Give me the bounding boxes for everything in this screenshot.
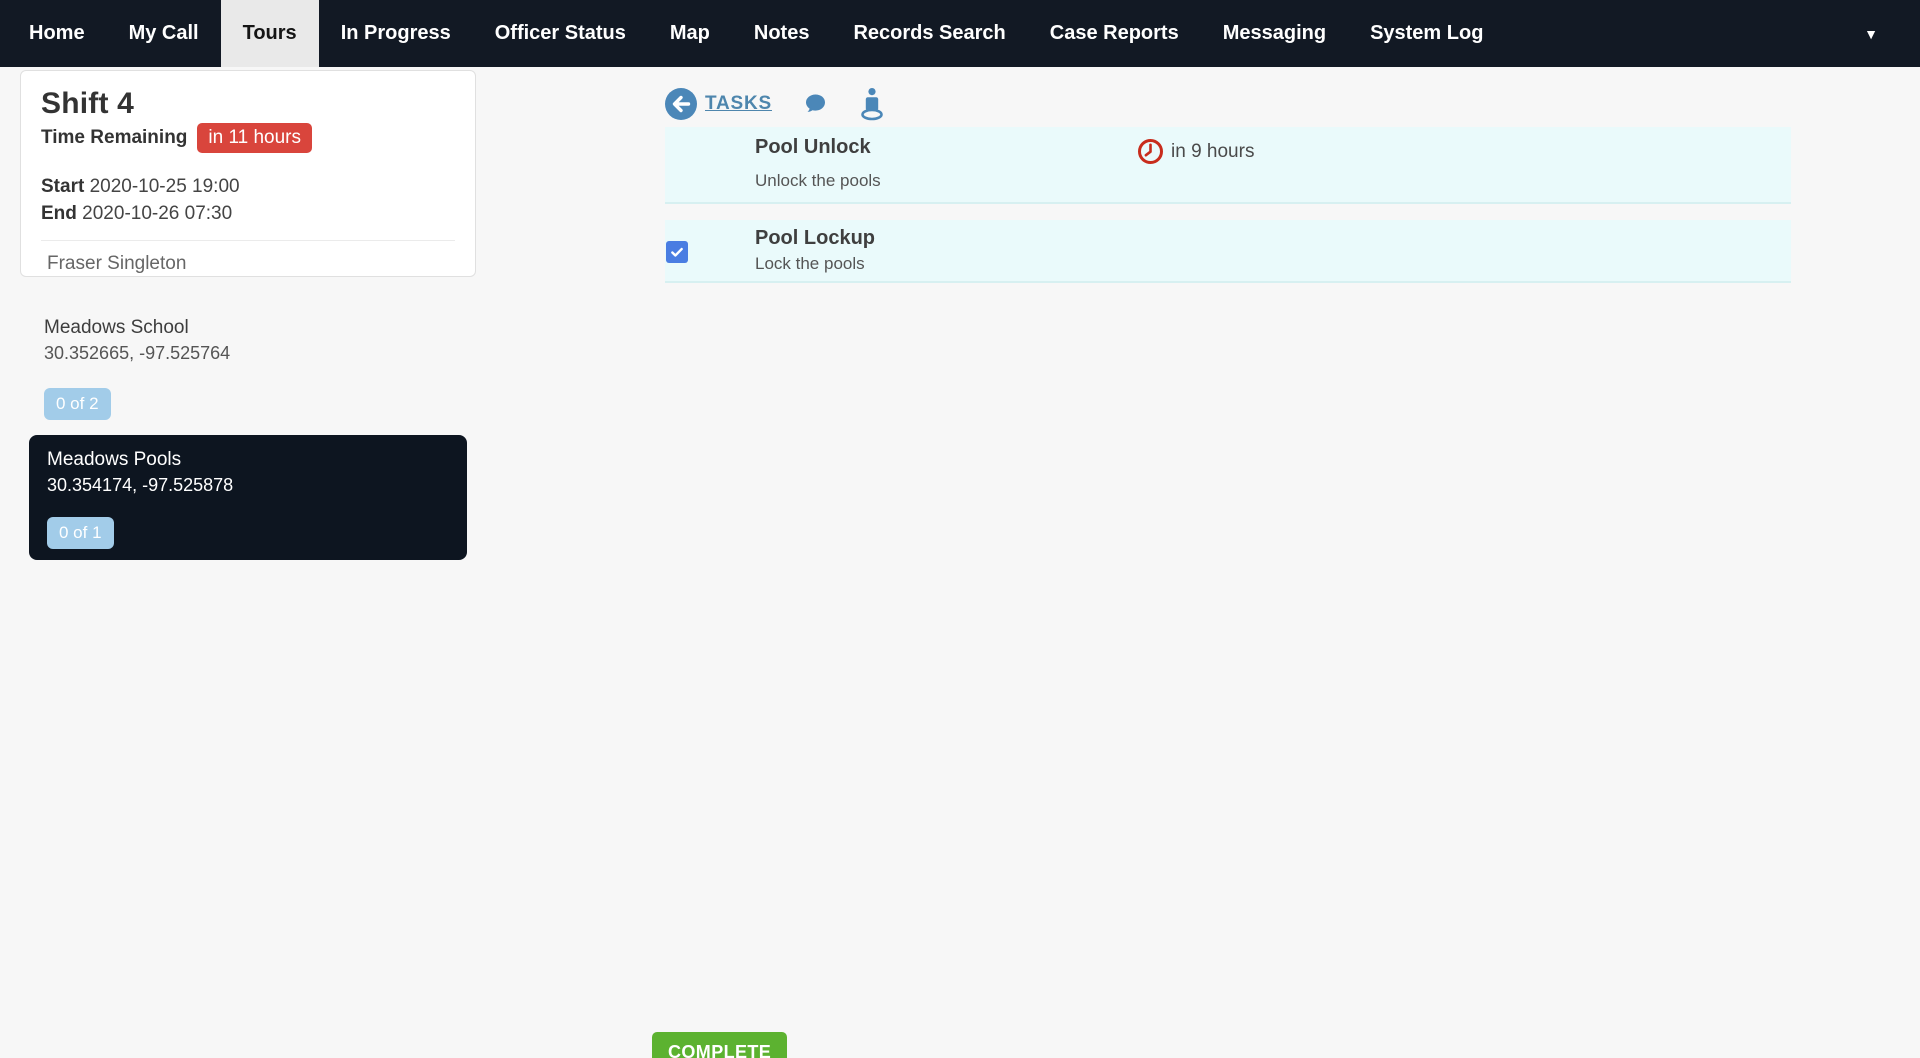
nav-item-messaging[interactable]: Messaging xyxy=(1201,0,1348,67)
task-description: Unlock the pools xyxy=(755,171,881,190)
nav-item-notes[interactable]: Notes xyxy=(732,0,832,67)
start-value: 2020-10-25 19:00 xyxy=(89,176,240,197)
location-item-meadows-pools[interactable]: Meadows Pools 30.354174, -97.525878 0 of… xyxy=(29,435,467,560)
location-coords: 30.354174, -97.525878 xyxy=(47,475,234,495)
location-coords: 30.352665, -97.525764 xyxy=(44,343,231,363)
shift-card: Shift 4 Time Remaining in 11 hours Start… xyxy=(20,70,476,277)
nav-item-system-log[interactable]: System Log xyxy=(1348,0,1505,67)
location-progress-badge: 0 of 2 xyxy=(44,388,111,420)
tasks-link[interactable]: TASKS xyxy=(705,93,772,115)
nav-item-tours[interactable]: Tours xyxy=(220,0,319,67)
task-description: Lock the pools xyxy=(755,254,865,273)
nav-item-my-call[interactable]: My Call xyxy=(107,0,221,67)
task-list: Pool Unlock Unlock the pools in 9 hours xyxy=(665,127,1791,283)
nav-item-records-search[interactable]: Records Search xyxy=(831,0,1027,67)
time-remaining-badge: in 11 hours xyxy=(197,123,313,153)
task-title: Pool Unlock xyxy=(755,136,871,158)
shift-title: Shift 4 xyxy=(41,87,135,120)
officer-name: Fraser Singleton xyxy=(47,253,187,274)
end-value: 2020-10-26 07:30 xyxy=(82,203,233,224)
start-label: Start xyxy=(41,176,85,197)
task-due: in 9 hours xyxy=(1137,138,1254,165)
shift-card-divider xyxy=(41,240,455,241)
top-nav: Home My Call Tours In Progress Officer S… xyxy=(0,0,1920,67)
task-due-text: in 9 hours xyxy=(1171,140,1255,162)
complete-button[interactable]: COMPLETE xyxy=(652,1032,788,1058)
task-row-pool-lockup: Pool Lockup Lock the pools xyxy=(665,220,1791,283)
task-checkbox-checked[interactable] xyxy=(666,241,688,263)
end-label: End xyxy=(41,203,77,224)
chevron-down-icon[interactable]: ▼ xyxy=(1864,0,1878,67)
time-remaining-label: Time Remaining xyxy=(41,127,188,148)
task-row-pool-unlock: Pool Unlock Unlock the pools in 9 hours xyxy=(665,127,1791,204)
nav-item-case-reports[interactable]: Case Reports xyxy=(1028,0,1201,67)
clock-icon xyxy=(1137,138,1164,165)
nav-item-map[interactable]: Map xyxy=(648,0,732,67)
task-title: Pool Lockup xyxy=(755,227,875,249)
nav-item-home[interactable]: Home xyxy=(7,0,107,67)
shift-start-line: Start 2020-10-25 19:00 xyxy=(41,173,455,200)
nav-item-officer-status[interactable]: Officer Status xyxy=(473,0,648,67)
chat-bubble-icon[interactable] xyxy=(803,92,828,116)
shift-end-line: End 2020-10-26 07:30 xyxy=(41,200,455,227)
location-item-meadows-school[interactable]: Meadows School 30.352665, -97.525764 0 o… xyxy=(20,317,476,420)
person-location-icon[interactable] xyxy=(859,87,885,121)
location-name: Meadows School xyxy=(44,317,189,338)
tasks-header: TASKS xyxy=(665,87,1791,121)
location-progress-badge: 0 of 1 xyxy=(47,517,114,549)
location-name: Meadows Pools xyxy=(47,449,182,470)
nav-item-in-progress[interactable]: In Progress xyxy=(319,0,473,67)
back-arrow-icon[interactable] xyxy=(665,88,697,120)
